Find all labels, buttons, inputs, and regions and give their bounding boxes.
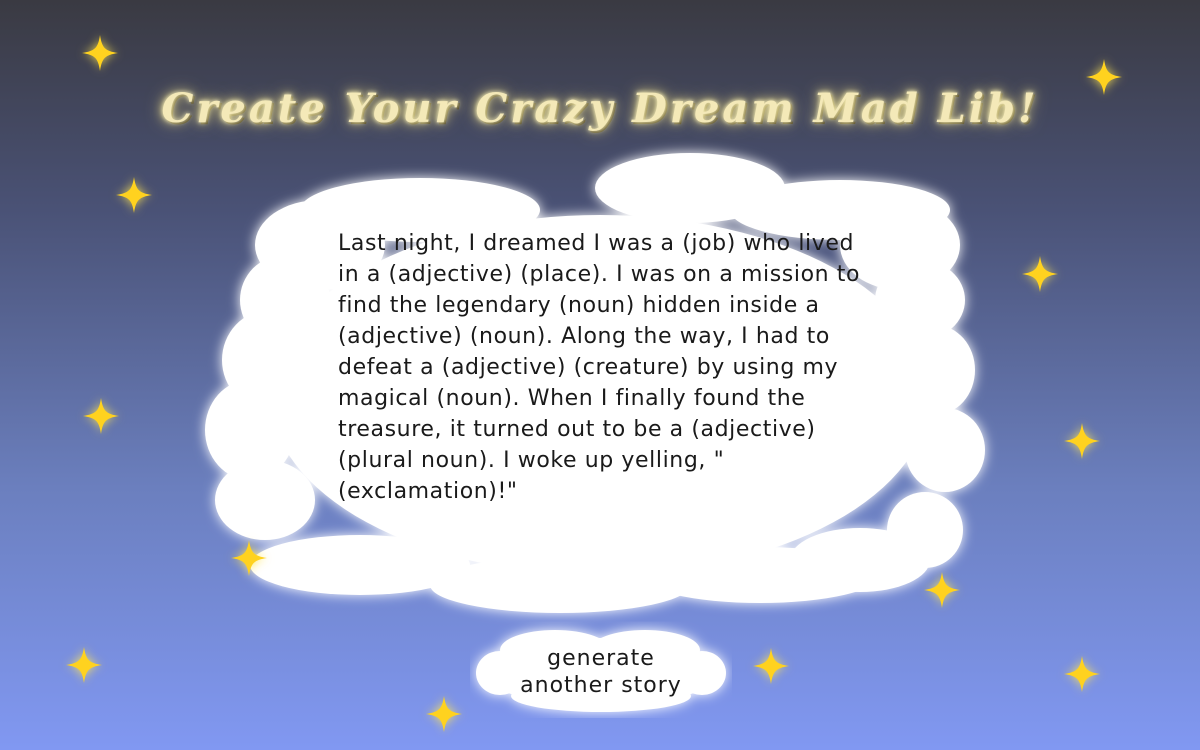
page-title: Create Your Crazy Dream Mad Lib! bbox=[161, 84, 1039, 132]
sparkle-icon bbox=[1022, 256, 1058, 292]
sparkle-icon bbox=[66, 647, 102, 683]
sparkle-icon bbox=[116, 177, 152, 213]
generate-label-line2: another story bbox=[520, 673, 682, 698]
generate-story-button[interactable]: generate another story bbox=[470, 618, 732, 718]
generate-button-label: generate another story bbox=[470, 645, 732, 699]
sparkle-icon bbox=[753, 648, 789, 684]
sparkle-icon bbox=[231, 540, 267, 576]
story-text: Last night, I dreamed I was a (job) who … bbox=[338, 231, 861, 504]
sparkle-icon bbox=[1086, 59, 1122, 95]
sparkle-icon bbox=[83, 398, 119, 434]
sparkle-icon bbox=[1064, 423, 1100, 459]
sparkle-icon bbox=[82, 35, 118, 71]
sparkle-icon bbox=[1064, 656, 1100, 692]
sparkle-icon bbox=[426, 696, 462, 732]
generate-label-line1: generate bbox=[547, 646, 655, 671]
sparkle-icon bbox=[924, 572, 960, 608]
